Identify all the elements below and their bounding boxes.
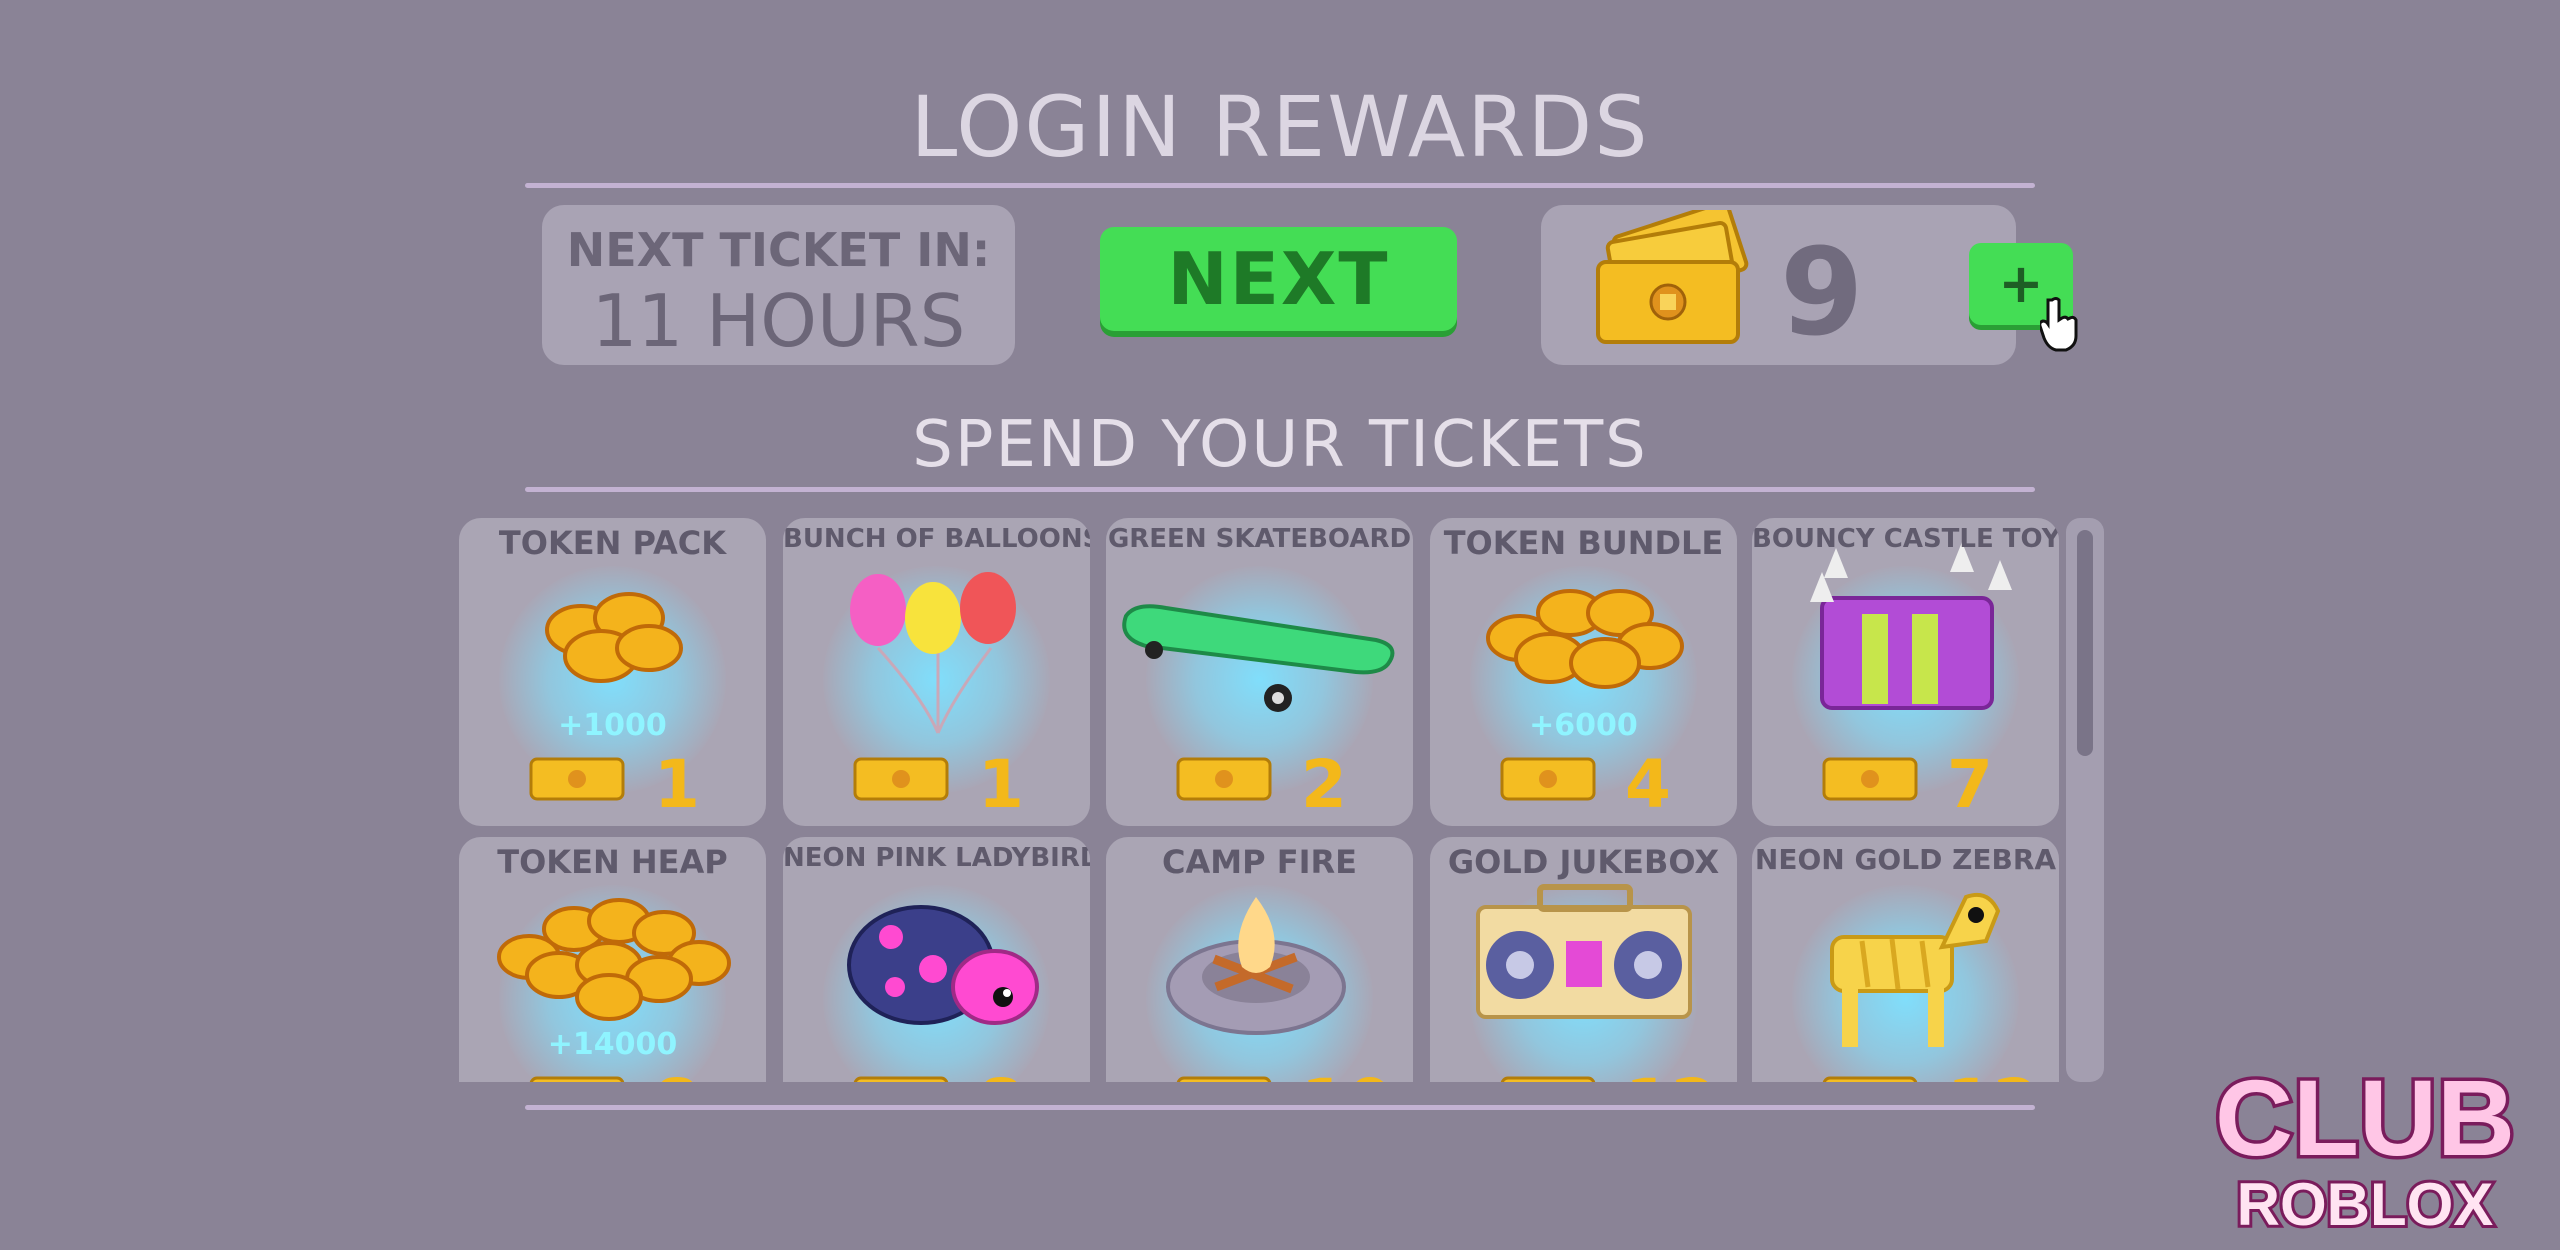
reward-name: TOKEN PACK	[498, 524, 727, 562]
reward-price: 1	[978, 746, 1024, 823]
reward-card-bouncy-castle-toy[interactable]: BOUNCY CASTLE TOY 7	[1752, 518, 2059, 826]
ticket-stack-icon	[1596, 210, 1749, 344]
reward-price: 12	[1947, 1065, 2039, 1082]
ticket-icon	[529, 1076, 625, 1082]
reward-card-gold-jukebox[interactable]: GOLD JUKEBOX 12	[1430, 837, 1737, 1082]
reward-name: BOUNCY CASTLE TOY	[1752, 524, 2059, 554]
rewards-scrollbar[interactable]	[2066, 518, 2104, 1082]
reward-amount: +14000	[547, 1027, 678, 1062]
ticket-icon	[1822, 1076, 1918, 1082]
reward-card-token-heap[interactable]: TOKEN HEAP +14000 8	[459, 837, 766, 1082]
ticket-icon	[1176, 757, 1272, 801]
ticket-icon	[853, 757, 949, 801]
next-ticket-timer-panel: NEXT TICKET IN: 11 HOURS	[542, 205, 1015, 365]
page-title: LOGIN REWARDS	[910, 78, 1650, 176]
reward-card-green-skateboard[interactable]: GREEN SKATEBOARD 2	[1106, 518, 1413, 826]
reward-price: 8	[654, 1065, 700, 1082]
ladybird-icon	[847, 905, 1039, 1025]
reward-name: NEON PINK LADYBIRD	[783, 843, 1090, 873]
reward-price: 8	[978, 1065, 1024, 1082]
reward-card-token-pack[interactable]: TOKEN PACK +1000 1	[459, 518, 766, 826]
svg-text:CLUB: CLUB	[2215, 1060, 2515, 1178]
ticket-icon	[1500, 757, 1596, 801]
next-button[interactable]: NEXT	[1100, 227, 1457, 331]
shop-title: SPEND YOUR TICKETS	[912, 408, 1648, 482]
next-ticket-label: NEXT TICKET IN:	[566, 223, 991, 277]
reward-card-token-bundle[interactable]: TOKEN BUNDLE +6000 4	[1430, 518, 1737, 826]
rewards-grid: TOKEN PACK +1000 1 BUNCH OF BALLOONS 1 G…	[459, 518, 2066, 1082]
club-roblox-logo: CLUB ROBLOX	[2212, 1060, 2519, 1240]
ticket-count: 9	[1780, 224, 1864, 363]
title-divider	[525, 183, 2035, 188]
shop-divider	[525, 487, 2035, 492]
bottom-divider	[525, 1105, 2035, 1110]
reward-price: 7	[1947, 746, 1993, 823]
ticket-icon	[1176, 1076, 1272, 1082]
ticket-icon	[1822, 757, 1918, 801]
reward-price: 2	[1301, 746, 1347, 823]
reward-name: GREEN SKATEBOARD	[1107, 524, 1412, 554]
reward-card-neon-pink-ladybird[interactable]: NEON PINK LADYBIRD 8	[783, 837, 1090, 1082]
svg-text:ROBLOX: ROBLOX	[2237, 1171, 2494, 1238]
reward-price: 1	[654, 746, 700, 823]
reward-card-neon-gold-zebra[interactable]: NEON GOLD ZEBRA 12	[1752, 837, 2059, 1082]
reward-card-camp-fire[interactable]: CAMP FIRE 10	[1106, 837, 1413, 1082]
reward-price: 4	[1625, 746, 1671, 823]
reward-card-bunch-of-balloons[interactable]: BUNCH OF BALLOONS 1	[783, 518, 1090, 826]
hand-cursor-icon	[2040, 297, 2078, 352]
next-ticket-countdown: 11 HOURS	[591, 279, 966, 363]
reward-name: TOKEN HEAP	[497, 843, 728, 881]
reward-name: BUNCH OF BALLOONS	[783, 524, 1090, 554]
reward-price: 12	[1625, 1065, 1717, 1082]
reward-name: NEON GOLD ZEBRA	[1754, 843, 2057, 876]
reward-amount: +6000	[1529, 708, 1638, 743]
reward-name: CAMP FIRE	[1162, 843, 1357, 881]
reward-name: TOKEN BUNDLE	[1443, 524, 1724, 562]
ticket-icon	[853, 1076, 949, 1082]
ticket-icon	[1500, 1076, 1596, 1082]
reward-name: GOLD JUKEBOX	[1447, 843, 1720, 881]
reward-price: 10	[1301, 1065, 1393, 1082]
ticket-icon	[529, 757, 625, 801]
scrollbar-thumb[interactable]	[2077, 530, 2093, 756]
reward-amount: +1000	[558, 708, 667, 743]
